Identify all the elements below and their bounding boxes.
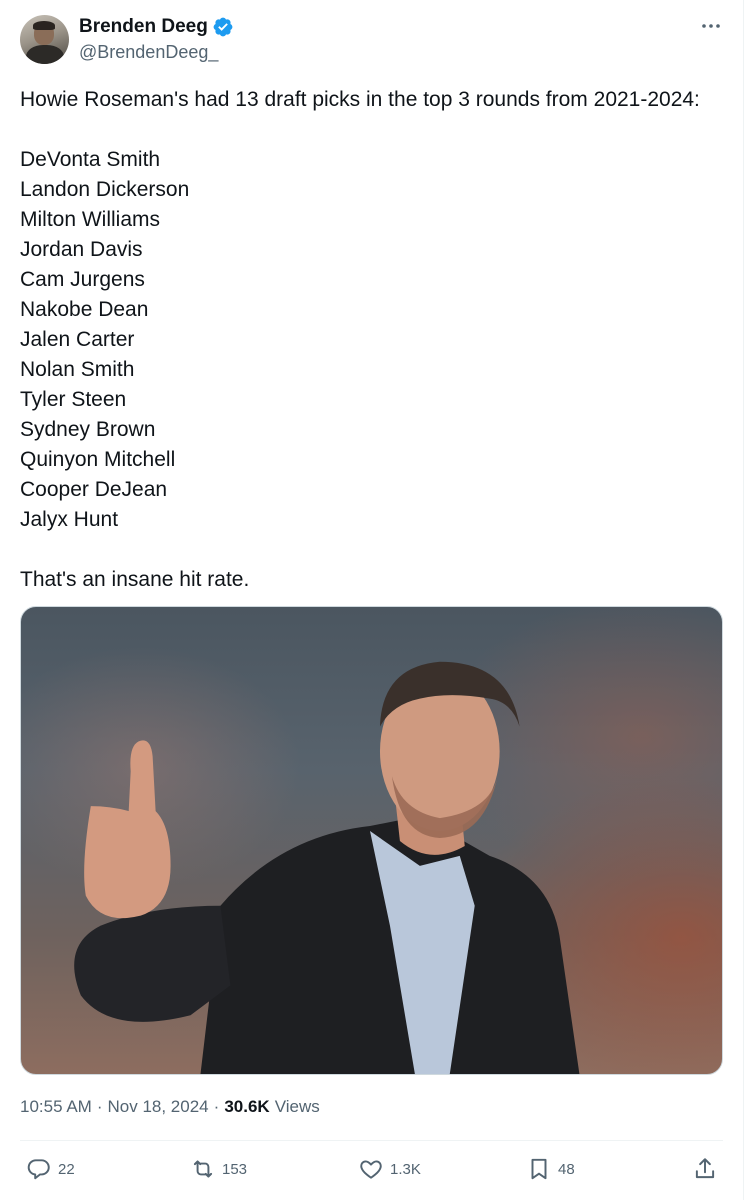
tweet-outro: That's an insane hit rate. bbox=[20, 568, 250, 591]
divider bbox=[20, 1140, 723, 1141]
retweet-button[interactable]: 153 bbox=[190, 1156, 247, 1182]
photo-illustration bbox=[74, 661, 580, 1074]
verified-badge-icon bbox=[213, 17, 233, 37]
list-item: Nolan Smith bbox=[20, 358, 135, 381]
bookmark-count: 48 bbox=[558, 1160, 575, 1178]
list-item: Jordan Davis bbox=[20, 238, 143, 261]
retweet-icon bbox=[193, 1160, 213, 1178]
views-label: Views bbox=[274, 1097, 320, 1116]
tweet-intro: Howie Roseman's had 13 draft picks in th… bbox=[20, 88, 700, 111]
author-display-name[interactable]: Brenden Deeg bbox=[79, 16, 208, 38]
list-item: DeVonta Smith bbox=[20, 148, 161, 171]
tweet-actions: 22 153 1.3K 48 bbox=[0, 1150, 744, 1192]
list-item: Tyler Steen bbox=[20, 388, 127, 411]
tweet-card: Brenden Deeg @BrendenDeeg_ Howie Roseman… bbox=[0, 0, 744, 1200]
tweet-time[interactable]: 10:55 AM bbox=[20, 1097, 92, 1117]
list-item: Cam Jurgens bbox=[20, 268, 145, 291]
bookmark-button[interactable]: 48 bbox=[526, 1156, 575, 1182]
list-item: Nakobe Dean bbox=[20, 298, 149, 321]
author-handle[interactable]: @BrendenDeeg_ bbox=[79, 42, 218, 63]
list-item: Landon Dickerson bbox=[20, 178, 190, 201]
like-count: 1.3K bbox=[390, 1160, 421, 1178]
like-button[interactable]: 1.3K bbox=[358, 1156, 421, 1182]
reply-count: 22 bbox=[58, 1160, 75, 1178]
draft-picks-list: DeVonta Smith Landon Dickerson Milton Wi… bbox=[20, 145, 730, 535]
tweet-text: Howie Roseman's had 13 draft picks in th… bbox=[20, 85, 730, 595]
meta-separator: · bbox=[213, 1097, 220, 1116]
share-icon bbox=[695, 1158, 715, 1179]
tweet-date[interactable]: Nov 18, 2024 bbox=[108, 1097, 209, 1117]
more-icon[interactable] bbox=[699, 14, 723, 38]
reply-icon bbox=[27, 1159, 50, 1180]
list-item: Jalen Carter bbox=[20, 328, 135, 351]
views-count: 30.6K bbox=[224, 1097, 270, 1116]
reply-button[interactable]: 22 bbox=[26, 1156, 75, 1182]
meta-separator: · bbox=[96, 1097, 103, 1116]
like-icon bbox=[360, 1160, 382, 1179]
list-item: Milton Williams bbox=[20, 208, 161, 231]
tweet-meta: 10:55 AM · Nov 18, 2024 · 30.6K Views bbox=[20, 1097, 320, 1117]
retweet-count: 153 bbox=[222, 1160, 248, 1178]
list-item: Jalyx Hunt bbox=[20, 508, 119, 531]
avatar[interactable] bbox=[20, 15, 69, 64]
bookmark-icon bbox=[531, 1158, 547, 1180]
share-button[interactable] bbox=[692, 1156, 718, 1182]
list-item: Quinyon Mitchell bbox=[20, 448, 176, 471]
tweet-photo[interactable] bbox=[20, 606, 723, 1075]
list-item: Sydney Brown bbox=[20, 418, 156, 441]
list-item: Cooper DeJean bbox=[20, 478, 168, 501]
author-name-row: Brenden Deeg bbox=[79, 16, 234, 38]
